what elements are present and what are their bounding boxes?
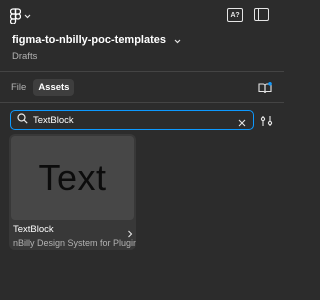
chevron-down-icon: [24, 14, 31, 19]
search-input[interactable]: [33, 114, 213, 126]
tab-assets[interactable]: Assets: [33, 78, 75, 96]
close-icon[interactable]: [237, 115, 247, 133]
file-location: Drafts: [12, 51, 38, 62]
main-menu-button[interactable]: [10, 7, 31, 25]
filter-sliders-icon[interactable]: [260, 114, 273, 132]
figma-logo-icon: [10, 8, 21, 24]
divider: [0, 71, 284, 72]
top-bar: A?: [0, 0, 284, 30]
search-icon: [17, 111, 28, 129]
file-title: figma-to-nbilly-poc-templates: [12, 34, 167, 46]
search-field[interactable]: [10, 110, 254, 130]
book-icon[interactable]: [258, 81, 272, 99]
divider: [0, 102, 284, 103]
panel-tabs: File Assets: [6, 77, 75, 97]
component-library: nBilly Design System for Plugin: [13, 238, 136, 248]
file-title-row[interactable]: figma-to-nbilly-poc-templates: [12, 32, 181, 48]
tab-file[interactable]: File: [6, 79, 31, 96]
component-thumbnail[interactable]: Text: [11, 136, 134, 220]
sidebar-toggle-icon[interactable]: [254, 8, 269, 21]
thumbnail-preview-text: Text: [38, 157, 107, 198]
chevron-down-icon: [174, 31, 181, 49]
ai-button[interactable]: A?: [227, 8, 243, 22]
component-name: TextBlock: [13, 224, 54, 235]
component-card[interactable]: Text TextBlock nBilly Design System for …: [9, 134, 136, 250]
